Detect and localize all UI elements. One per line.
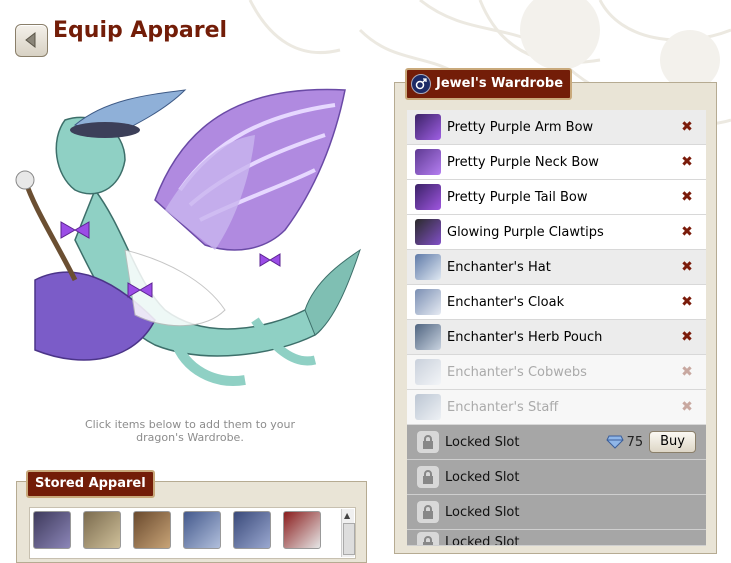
remove-item-button[interactable]: ✖ [680,224,694,240]
locked-slot: Locked Slot [407,460,706,495]
scrollbar-thumb[interactable] [343,523,355,555]
gem-icon [605,435,624,449]
wardrobe-item-label: Enchanter's Cobwebs [447,364,587,380]
remove-item-button[interactable]: ✖ [680,294,694,310]
wardrobe-item-label: Pretty Purple Tail Bow [447,189,588,205]
wardrobe-item[interactable]: Enchanter's Staff ✖ [407,390,706,425]
lock-icon [417,466,439,488]
wardrobe-header: Jewel's Wardrobe [405,68,573,100]
stored-apparel-header: Stored Apparel [26,470,155,498]
page-title: Equip Apparel [53,18,228,43]
wardrobe-item[interactable]: Enchanter's Herb Pouch ✖ [407,320,706,355]
staff-icon [415,394,441,420]
wardrobe-item[interactable]: Glowing Purple Clawtips ✖ [407,215,706,250]
remove-item-button[interactable]: ✖ [680,189,694,205]
wardrobe-item-label: Enchanter's Staff [447,399,559,415]
purple-bow-icon [415,149,441,175]
wardrobe-title: Jewel's Wardrobe [436,76,564,91]
wardrobe-item-label: Enchanter's Herb Pouch [447,329,603,345]
locked-slot: Locked Slot 75 Buy [407,425,706,460]
blue-wrap-icon[interactable] [183,511,221,549]
wardrobe-item[interactable]: Enchanter's Hat ✖ [407,250,706,285]
red-feathers-icon[interactable] [283,511,321,549]
scroll-up-icon[interactable]: ▲ [344,511,350,520]
wardrobe-item-label: Enchanter's Hat [447,259,551,275]
lock-icon [417,501,439,523]
purple-bow-icon [415,114,441,140]
fur-hat-tan-icon[interactable] [83,511,121,549]
enchanter-cloak-icon [415,289,441,315]
brown-hat-icon[interactable] [133,511,171,549]
wardrobe-item[interactable]: Enchanter's Cobwebs ✖ [407,355,706,390]
wardrobe-item-label: Pretty Purple Neck Bow [447,154,599,170]
locked-slot-label: Locked Slot [445,535,520,546]
lock-icon [417,532,439,545]
gender-icon [411,74,431,94]
wardrobe-item[interactable]: Pretty Purple Arm Bow ✖ [407,110,706,145]
remove-item-button[interactable]: ✖ [680,329,694,345]
herb-pouch-icon [415,324,441,350]
wardrobe-item[interactable]: Pretty Purple Tail Bow ✖ [407,180,706,215]
locked-slot: Locked Slot [407,530,706,546]
locked-slot: Locked Slot [407,495,706,530]
wardrobe-item-label: Enchanter's Cloak [447,294,565,310]
stored-scrollbar[interactable]: ▲ [341,509,355,557]
enchanter-hat-icon [415,254,441,280]
remove-item-button[interactable]: ✖ [680,399,694,415]
locked-slot-label: Locked Slot [445,434,520,450]
remove-item-button[interactable]: ✖ [680,364,694,380]
remove-item-button[interactable]: ✖ [680,259,694,275]
purple-bow-icon [415,184,441,210]
lock-icon [417,431,439,453]
remove-item-button[interactable]: ✖ [680,154,694,170]
slot-cost: 75 [626,434,644,450]
purple-claws-icon [415,219,441,245]
witch-hat-purple-icon[interactable] [33,511,71,549]
dragon-preview [15,80,365,410]
arrow-left-icon [25,31,36,49]
equip-hint: Click items below to add them to your dr… [84,418,296,444]
blue-cloak-icon[interactable] [233,511,271,549]
cobwebs-icon [415,359,441,385]
buy-slot-button[interactable]: Buy [649,431,696,453]
wardrobe-item[interactable]: Pretty Purple Neck Bow ✖ [407,145,706,180]
wardrobe-item[interactable]: Enchanter's Cloak ✖ [407,285,706,320]
stored-apparel-grid: ▲ [29,507,356,559]
remove-item-button[interactable]: ✖ [680,119,694,135]
dragon-image [15,88,361,386]
wardrobe-item-label: Glowing Purple Clawtips [447,224,604,240]
locked-slot-label: Locked Slot [445,504,520,520]
locked-slot-label: Locked Slot [445,469,520,485]
wardrobe-item-label: Pretty Purple Arm Bow [447,119,594,135]
back-button[interactable] [15,24,48,57]
